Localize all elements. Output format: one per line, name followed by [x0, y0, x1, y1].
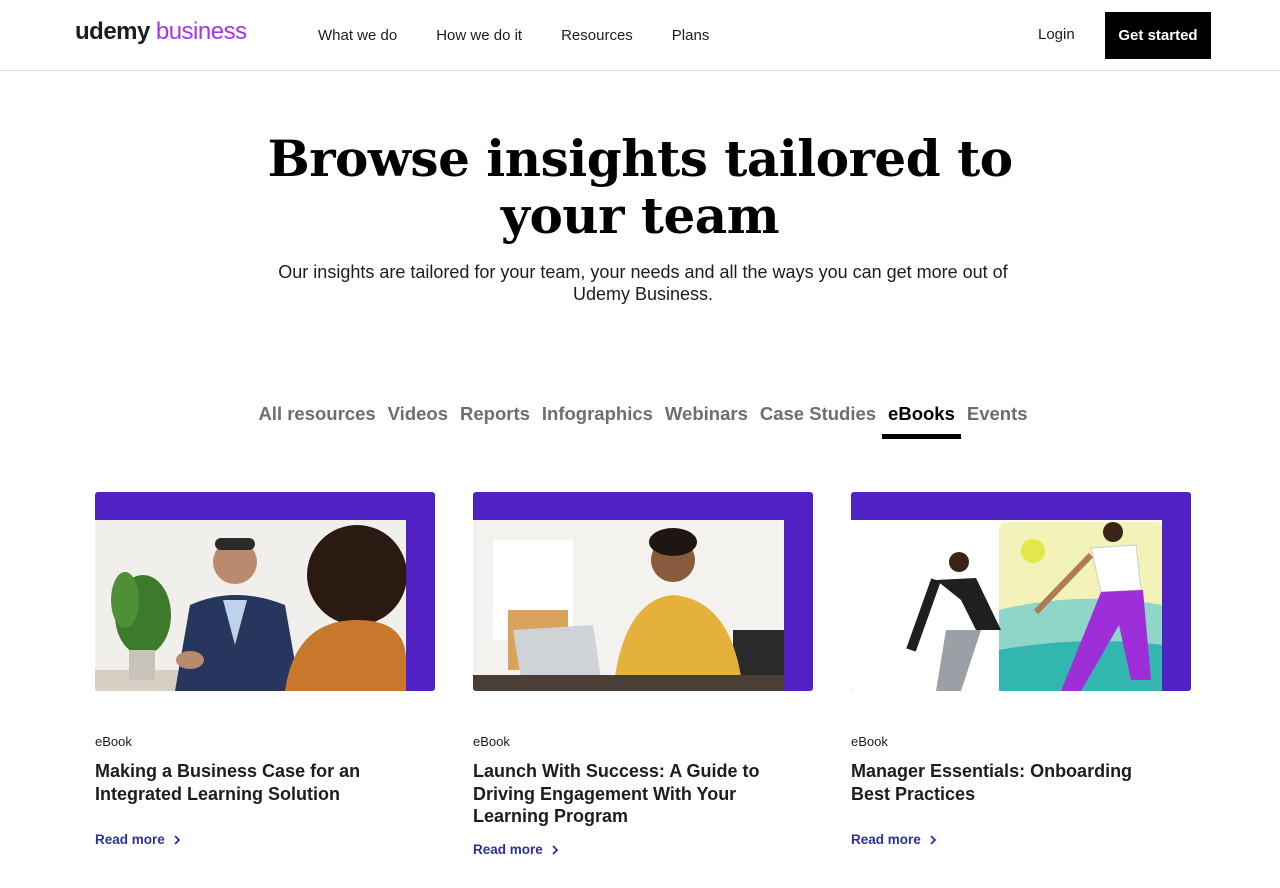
read-more-label: Read more: [851, 832, 921, 847]
nav-what-we-do[interactable]: What we do: [318, 27, 397, 44]
card-type-label: eBook: [473, 734, 510, 749]
logo-secondary: business: [155, 18, 247, 45]
card-image-frame[interactable]: [851, 492, 1191, 691]
logo-primary: udemy: [75, 18, 150, 45]
tab-webinars[interactable]: Webinars: [665, 400, 748, 439]
chevron-right-icon: [930, 834, 937, 845]
tab-videos[interactable]: Videos: [388, 400, 448, 439]
main-nav: What we do How we do it Resources Plans: [318, 0, 709, 71]
nav-resources[interactable]: Resources: [561, 27, 633, 44]
card-type-label: eBook: [95, 734, 132, 749]
tab-ebooks[interactable]: eBooks: [882, 400, 961, 439]
tab-reports[interactable]: Reports: [460, 400, 530, 439]
card-image-frame[interactable]: [473, 492, 813, 691]
card-type-label: eBook: [851, 734, 888, 749]
resource-card[interactable]: eBook Manager Essentials: Onboarding Bes…: [851, 492, 1191, 847]
resource-tabs: All resources Videos Reports Infographic…: [0, 400, 1280, 439]
get-started-button[interactable]: Get started: [1105, 12, 1211, 59]
read-more-link[interactable]: Read more: [851, 832, 937, 847]
chevron-right-icon: [174, 834, 181, 845]
card-image-onboarding-illustration: [851, 520, 1162, 691]
card-image-frame[interactable]: [95, 492, 435, 691]
card-title[interactable]: Manager Essentials: Onboarding Best Prac…: [851, 760, 1151, 805]
card-image-business-meeting: [95, 520, 406, 691]
read-more-link[interactable]: Read more: [473, 842, 559, 857]
page-subtitle: Our insights are tailored for your team,…: [278, 262, 1008, 304]
read-more-link[interactable]: Read more: [95, 832, 181, 847]
tab-events[interactable]: Events: [967, 400, 1028, 439]
udemy-business-logo[interactable]: udemy business: [75, 18, 247, 50]
card-title[interactable]: Launch With Success: A Guide to Driving …: [473, 760, 773, 828]
tab-infographics[interactable]: Infographics: [542, 400, 653, 439]
nav-plans[interactable]: Plans: [672, 27, 710, 44]
chevron-right-icon: [552, 844, 559, 855]
nav-how-we-do-it[interactable]: How we do it: [436, 27, 522, 44]
card-title[interactable]: Making a Business Case for an Integrated…: [95, 760, 395, 805]
page-title: Browse insights tailored to your team: [267, 129, 1013, 245]
resource-card[interactable]: eBook Launch With Success: A Guide to Dr…: [473, 492, 813, 857]
read-more-label: Read more: [473, 842, 543, 857]
read-more-label: Read more: [95, 832, 165, 847]
tab-all-resources[interactable]: All resources: [258, 400, 375, 439]
login-link[interactable]: Login: [1038, 26, 1075, 43]
resource-card[interactable]: eBook Making a Business Case for an Inte…: [95, 492, 435, 847]
site-header: udemy business What we do How we do it R…: [0, 0, 1280, 71]
card-image-laptop-learner: [473, 520, 784, 691]
tab-case-studies[interactable]: Case Studies: [760, 400, 876, 439]
